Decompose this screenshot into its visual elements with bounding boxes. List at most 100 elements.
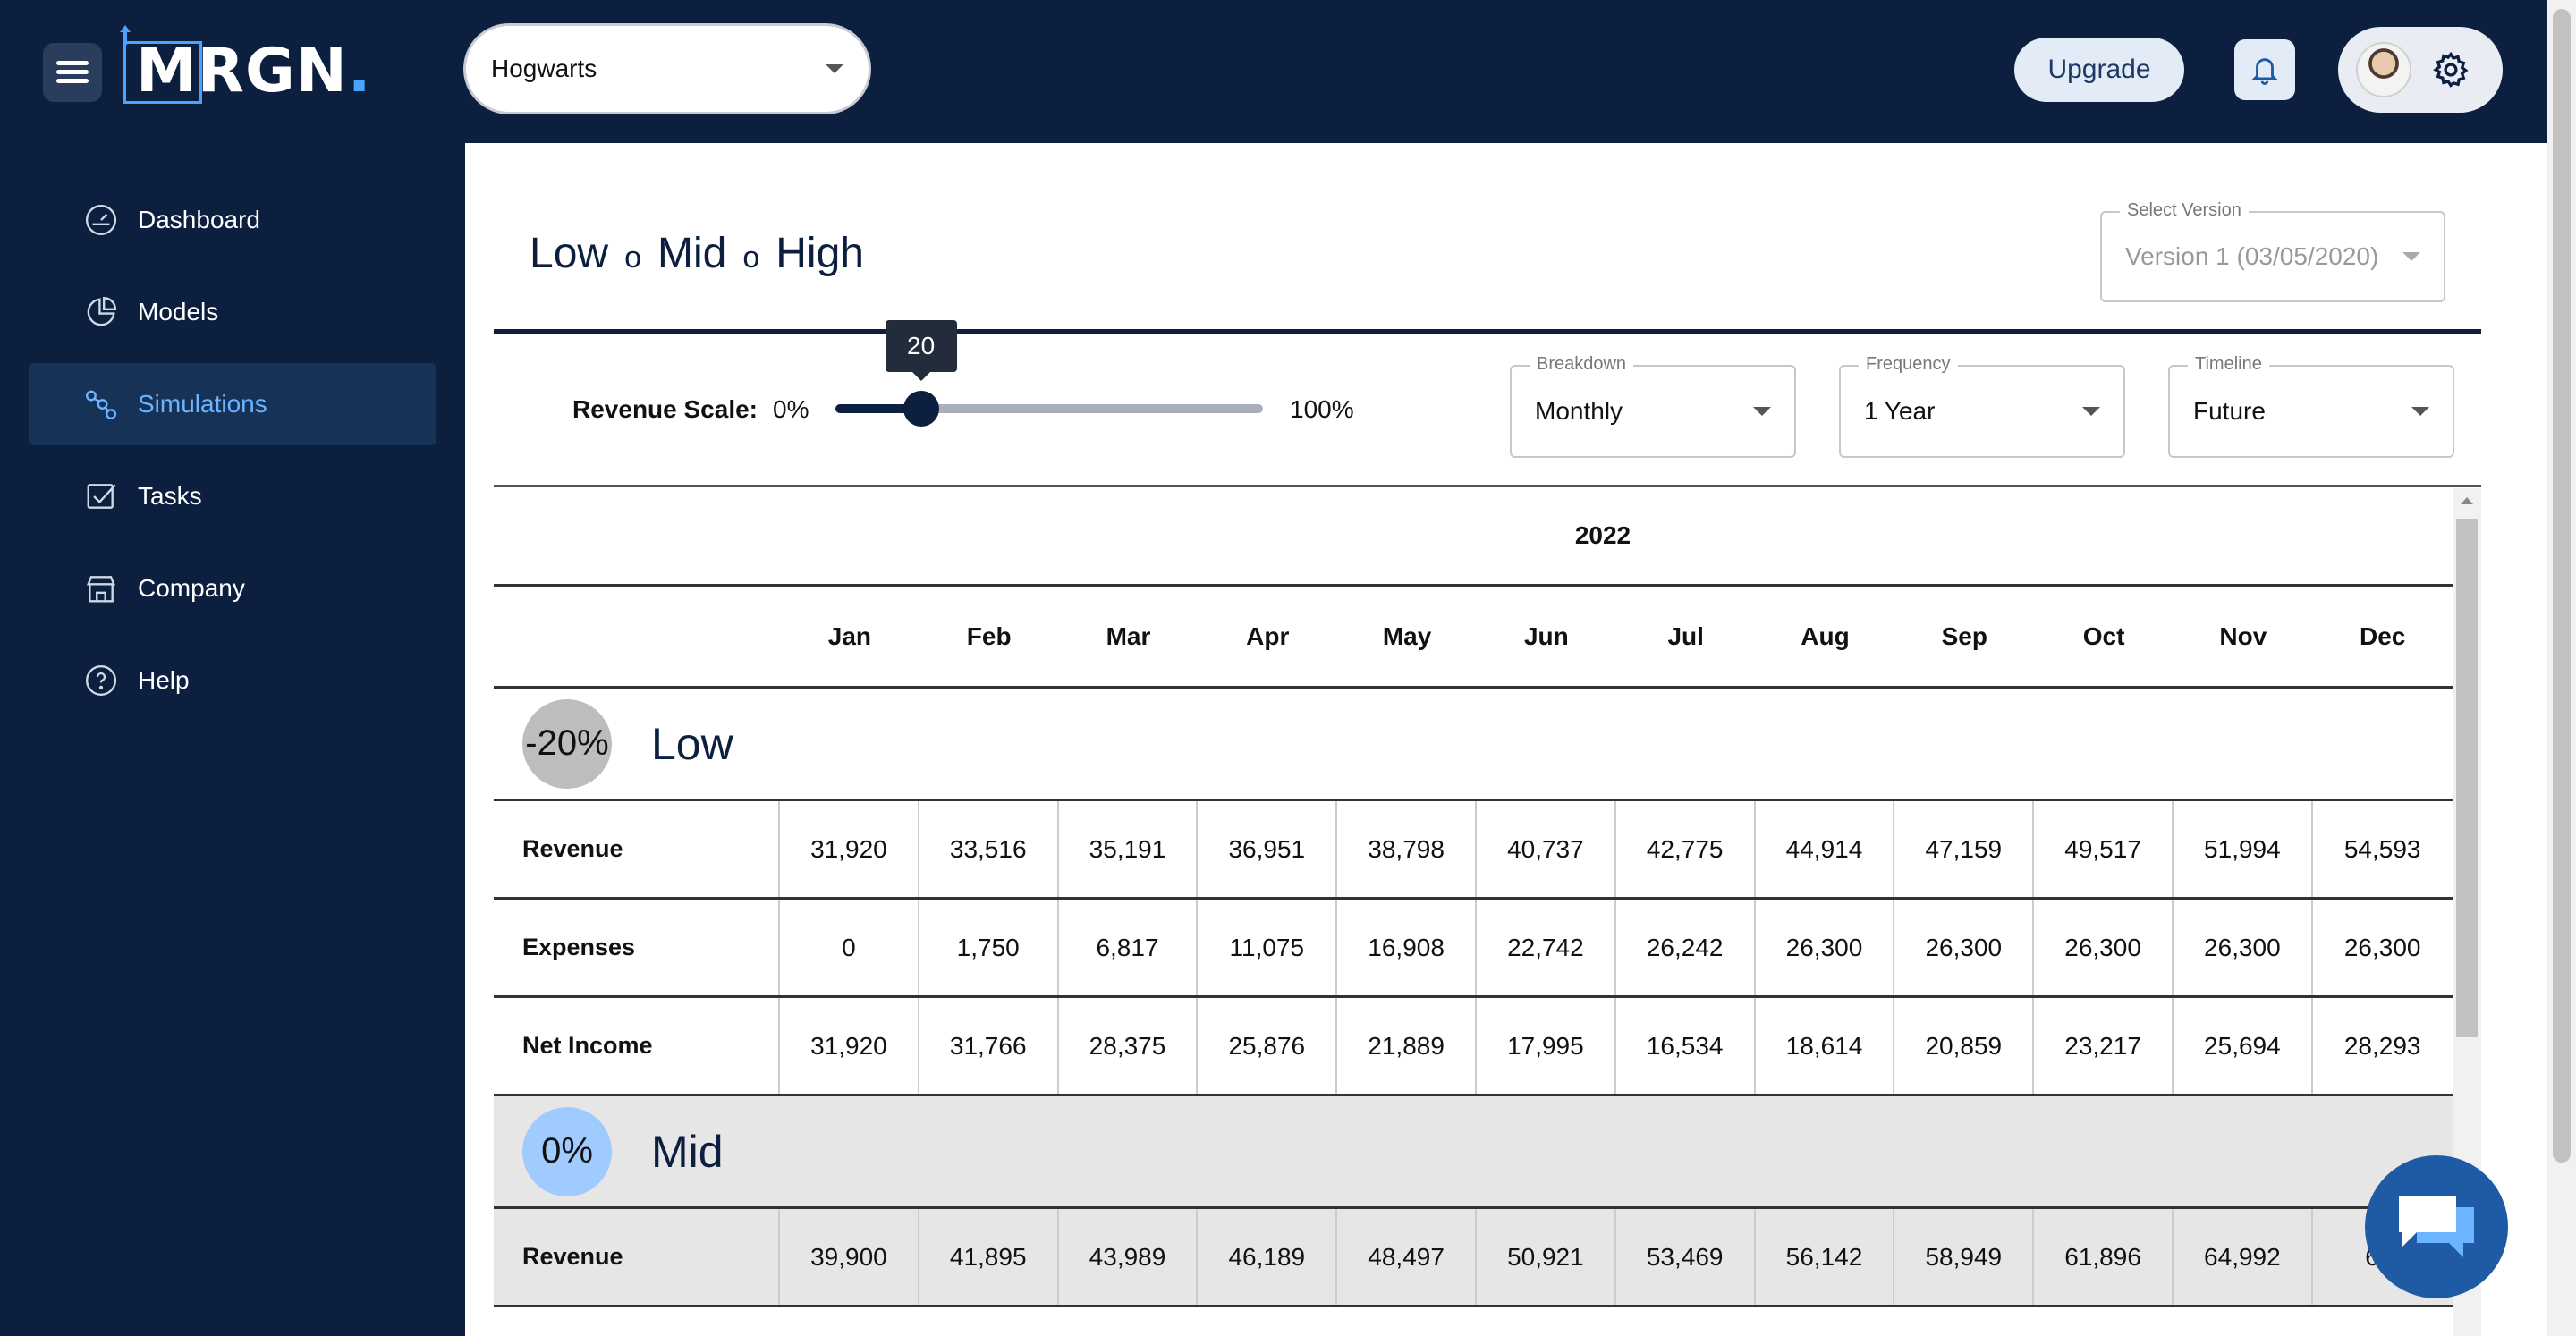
chevron-down-icon [826, 64, 843, 73]
sidebar: Dashboard Models Simulations Tasks Compa… [29, 179, 436, 731]
month-header: Mar [1106, 621, 1151, 650]
table-cell: 0 [780, 900, 919, 995]
bell-icon [2251, 58, 2278, 85]
table-cell: 25,876 [1198, 998, 1338, 1094]
table-cell: 28,293 [2343, 1031, 2421, 1060]
revenue-scale-min: 0% [773, 395, 809, 423]
page-scrollbar[interactable] [2547, 0, 2576, 1336]
version-select[interactable]: Select Version Version 1 (03/05/2020) [2100, 200, 2445, 302]
row-label: Revenue [494, 1209, 780, 1305]
gear-icon[interactable] [2431, 50, 2470, 89]
table-cell: 20,859 [1894, 998, 2035, 1094]
table-cell: 31,766 [919, 998, 1059, 1094]
table-row: Expenses 0 1,750 6,817 11,075 16,908 22,742 26,… [494, 900, 2453, 998]
simulations-icon [85, 390, 117, 420]
month-header: May [1382, 621, 1432, 650]
table-cell: 51,994 [2174, 801, 2313, 897]
version-select-label: Select Version [2120, 200, 2249, 221]
header-divider [494, 329, 2481, 334]
table-cell: 6,817 [1059, 900, 1199, 995]
sidebar-item-company[interactable]: Company [29, 547, 436, 630]
table-cell: 58,949 [1894, 1209, 2035, 1305]
logo[interactable]: MRGN. [136, 36, 372, 106]
table-row: Net Income 31,920 31,766 28,375 25,876 21,889… [494, 998, 2453, 1096]
notifications-button[interactable] [2234, 39, 2295, 100]
table-cell: 41,895 [919, 1209, 1059, 1305]
table-row: Revenue 39,900 41,895 43,989 46,189 48,497 50,… [494, 1209, 2453, 1307]
table-cell: 28,375 [1059, 998, 1199, 1094]
table-cell: 26,300 [1894, 900, 2035, 995]
table-cell: 40,737 [1477, 801, 1616, 897]
row-label: Expenses [494, 900, 780, 995]
table-cell: 1,750 [919, 900, 1059, 995]
month-header: Nov [2219, 621, 2267, 650]
scroll-up-icon[interactable] [2461, 497, 2473, 504]
table-cell: 56,142 [1756, 1209, 1895, 1305]
breakdown-select[interactable]: Breakdown Monthly [1510, 354, 1796, 458]
month-header: Feb [966, 621, 1012, 650]
table-cell: 42,775 [1616, 801, 1756, 897]
table-cell: 61,896 [2034, 1209, 2174, 1305]
table-cell: 26,300 [2343, 933, 2421, 961]
revenue-scale-max: 100% [1290, 395, 1354, 423]
pie-chart-icon [87, 296, 117, 326]
table-month-header: Jan Feb Mar Apr May Jun Jul Aug Sep Oct … [494, 587, 2453, 689]
table-cell: 26,300 [1756, 900, 1895, 995]
month-header: Sep [1941, 621, 1987, 650]
organization-select[interactable]: Hogwarts [463, 23, 871, 114]
month-header: Jul [1667, 621, 1704, 650]
user-menu[interactable] [2338, 27, 2503, 113]
table-cell: 22,742 [1477, 900, 1616, 995]
month-header: Oct [2082, 621, 2125, 650]
sidebar-item-label: Tasks [138, 482, 202, 510]
sidebar-item-models[interactable]: Models [29, 271, 436, 353]
chevron-down-icon [2402, 252, 2420, 261]
table-cell: 43,989 [1059, 1209, 1199, 1305]
page-scroll-thumb[interactable] [2553, 9, 2571, 1163]
sidebar-item-simulations[interactable]: Simulations [29, 363, 436, 445]
frequency-select-value: 1 Year [1864, 397, 1936, 425]
table-cell: 36,951 [1198, 801, 1338, 897]
month-header: Apr [1246, 621, 1290, 650]
month-header: Dec [2359, 621, 2406, 650]
table-cell: 16,534 [1616, 998, 1756, 1094]
table-cell: 46,189 [1198, 1209, 1338, 1305]
section-title: Mid [651, 1126, 724, 1177]
table-cell: 16,908 [1337, 900, 1477, 995]
timeline-select[interactable]: Timeline Future [2168, 354, 2454, 458]
table-cell: 35,191 [1059, 801, 1199, 897]
table-cell: 25,694 [2174, 998, 2313, 1094]
section-header-mid: 0% Mid [494, 1096, 2453, 1209]
table-scroll-thumb[interactable] [2456, 519, 2478, 1037]
month-header: Jun [1523, 621, 1569, 650]
hamburger-icon [56, 61, 89, 84]
table-cell: 26,300 [2034, 900, 2174, 995]
frequency-select[interactable]: Frequency 1 Year [1839, 354, 2125, 458]
version-select-value: Version 1 (03/05/2020) [2125, 242, 2379, 270]
month-header: Jan [827, 621, 872, 650]
breakdown-select-label: Breakdown [1530, 354, 1634, 375]
table-cell: 64,992 [2174, 1209, 2313, 1305]
table-cell: 23,217 [2034, 998, 2174, 1094]
table-cell: 26,300 [2174, 900, 2313, 995]
breakdown-select-value: Monthly [1535, 397, 1623, 425]
table-cell: 50,921 [1477, 1209, 1616, 1305]
menu-button[interactable] [43, 43, 102, 102]
revenue-scale-handle[interactable] [902, 391, 939, 427]
tasks-icon [87, 484, 116, 509]
sidebar-item-dashboard[interactable]: Dashboard [29, 179, 436, 261]
table-cell: 47,159 [1894, 801, 2035, 897]
sidebar-item-help[interactable]: Help [29, 639, 436, 722]
table-cell: 38,798 [1337, 801, 1477, 897]
simulation-table: 2022 Jan Feb Mar Apr May Jun Jul Aug Sep… [494, 486, 2453, 1307]
table-cell: 44,914 [1756, 801, 1895, 897]
avatar[interactable] [2356, 42, 2411, 97]
table-cell: 48,497 [1337, 1209, 1477, 1305]
sidebar-item-tasks[interactable]: Tasks [29, 455, 436, 537]
table-cell: 49,517 [2034, 801, 2174, 897]
upgrade-button[interactable]: Upgrade [2014, 38, 2184, 102]
chevron-down-icon [1753, 407, 1771, 416]
table-cell: 11,075 [1198, 900, 1338, 995]
row-label: Net Income [494, 998, 780, 1094]
chat-button[interactable] [2365, 1155, 2508, 1298]
